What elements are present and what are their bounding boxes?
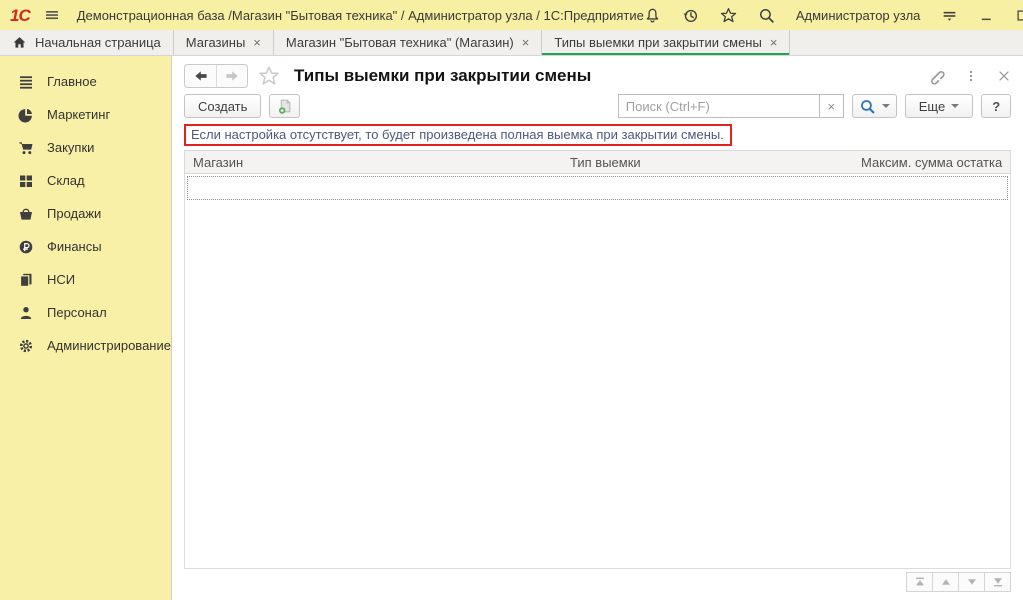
global-search-icon[interactable] [758,7,775,24]
person-icon [18,305,34,321]
page-header: Типы выемки при закрытии смены [172,56,1023,91]
tab-shop-appliances[interactable]: Магазин "Бытовая техника" (Магазин) × [274,30,542,55]
notifications-bell-icon[interactable] [644,7,661,24]
sidebar-item-label: Маркетинг [47,107,110,122]
forward-button[interactable] [216,65,247,87]
books-icon [18,272,34,288]
table-empty-row[interactable] [187,176,1008,200]
basket-icon [18,206,34,222]
more-button[interactable]: Еще [905,94,973,118]
home-icon [12,35,27,50]
withdrawal-types-table: Магазин Тип выемки Максим. сумма остатка [184,150,1011,569]
cart-icon [18,140,34,156]
create-button[interactable]: Создать [184,94,261,118]
gear-icon [18,338,34,354]
sidebar-item-label: Главное [47,74,97,89]
more-dots-icon[interactable] [964,68,978,84]
more-button-label: Еще [919,99,945,114]
hamburger-menu-icon[interactable] [43,7,61,23]
sidebar-item-personnel[interactable]: Персонал [0,296,171,329]
help-button[interactable]: ? [981,94,1011,118]
warning-message: Если настройка отсутствует, то будет про… [184,124,732,146]
sidebar-item-warehouse[interactable]: Склад [0,164,171,197]
search-settings-button[interactable] [852,94,897,118]
sidebar-item-nsi[interactable]: НСИ [0,263,171,296]
history-nav-group [184,64,248,88]
current-user-label: Администратор узла [796,8,921,23]
window-titlebar: 1С Демонстрационная база /Магазин "Бытов… [0,0,1023,30]
tab-label: Типы выемки при закрытии смены [554,35,761,50]
create-by-copy-button[interactable] [269,94,300,118]
window-title: Демонстрационная база /Магазин "Бытовая … [77,8,644,23]
search-group: × [618,94,844,118]
tab-bar-filler [790,30,1023,55]
list-navigation [172,569,1023,592]
sidebar-item-label: Администрирование [47,338,171,353]
history-icon[interactable] [682,7,699,24]
form-area: Типы выемки при закрытии смены Создать [171,56,1023,600]
1c-logo: 1С [10,7,30,24]
go-to-last-icon[interactable] [984,572,1011,592]
chevron-down-icon [882,104,890,112]
sidebar-item-marketing[interactable]: Маркетинг [0,98,171,131]
column-header-max-balance[interactable]: Максим. сумма остатка [853,155,1010,170]
tab-withdrawal-types[interactable]: Типы выемки при закрытии смены × [542,30,790,55]
panel-settings-icon[interactable] [941,7,958,24]
sidebar-item-main[interactable]: Главное [0,65,171,98]
maximize-icon[interactable] [1015,8,1023,23]
notice-row: Если настройка отсутствует, то будет про… [172,123,1023,149]
tab-close-icon[interactable]: × [522,36,530,49]
get-link-icon[interactable] [927,67,945,85]
back-button[interactable] [185,65,216,87]
sidebar-item-label: Продажи [47,206,101,221]
favorite-star-icon[interactable] [258,65,280,87]
sidebar-item-sales[interactable]: Продажи [0,197,171,230]
sidebar-item-purchases[interactable]: Закупки [0,131,171,164]
go-down-icon[interactable] [958,572,985,592]
table-body [184,174,1011,569]
tab-label: Магазины [186,35,246,50]
favorites-star-icon[interactable] [720,7,737,24]
search-input[interactable] [618,94,820,118]
column-header-withdrawal-type[interactable]: Тип выемки [562,155,853,170]
tab-bar: Начальная страница Магазины × Магазин "Б… [0,30,1023,56]
tab-close-icon[interactable]: × [253,36,261,49]
pie-chart-icon [18,107,34,123]
sidebar-item-label: Персонал [47,305,107,320]
minimize-icon[interactable] [979,8,994,23]
tab-close-icon[interactable]: × [770,36,778,49]
page-close-icon[interactable] [997,69,1011,83]
sidebar-item-label: Склад [47,173,85,188]
grid-icon [18,173,34,189]
go-up-icon[interactable] [932,572,959,592]
page-title: Типы выемки при закрытии смены [294,66,591,86]
sidebar-item-administration[interactable]: Администрирование [0,329,171,362]
sidebar-item-label: НСИ [47,272,75,287]
column-header-shop[interactable]: Магазин [185,155,562,170]
tab-home[interactable]: Начальная страница [0,30,174,55]
tab-label: Начальная страница [35,35,161,50]
sections-sidebar: Главное Маркетинг Закупки Склад Продажи … [0,56,171,600]
sidebar-item-label: Финансы [47,239,102,254]
search-clear-icon[interactable]: × [819,94,844,118]
sidebar-item-label: Закупки [47,140,94,155]
menu-lines-icon [18,74,34,90]
tab-shops[interactable]: Магазины × [174,30,274,55]
go-to-first-icon[interactable] [906,572,933,592]
tab-label: Магазин "Бытовая техника" (Магазин) [286,35,514,50]
ruble-coin-icon [18,239,34,255]
table-header-row: Магазин Тип выемки Максим. сумма остатка [184,150,1011,174]
chevron-down-icon [951,104,959,112]
sidebar-item-finance[interactable]: Финансы [0,230,171,263]
list-toolbar: Создать × Еще ? [172,91,1023,123]
